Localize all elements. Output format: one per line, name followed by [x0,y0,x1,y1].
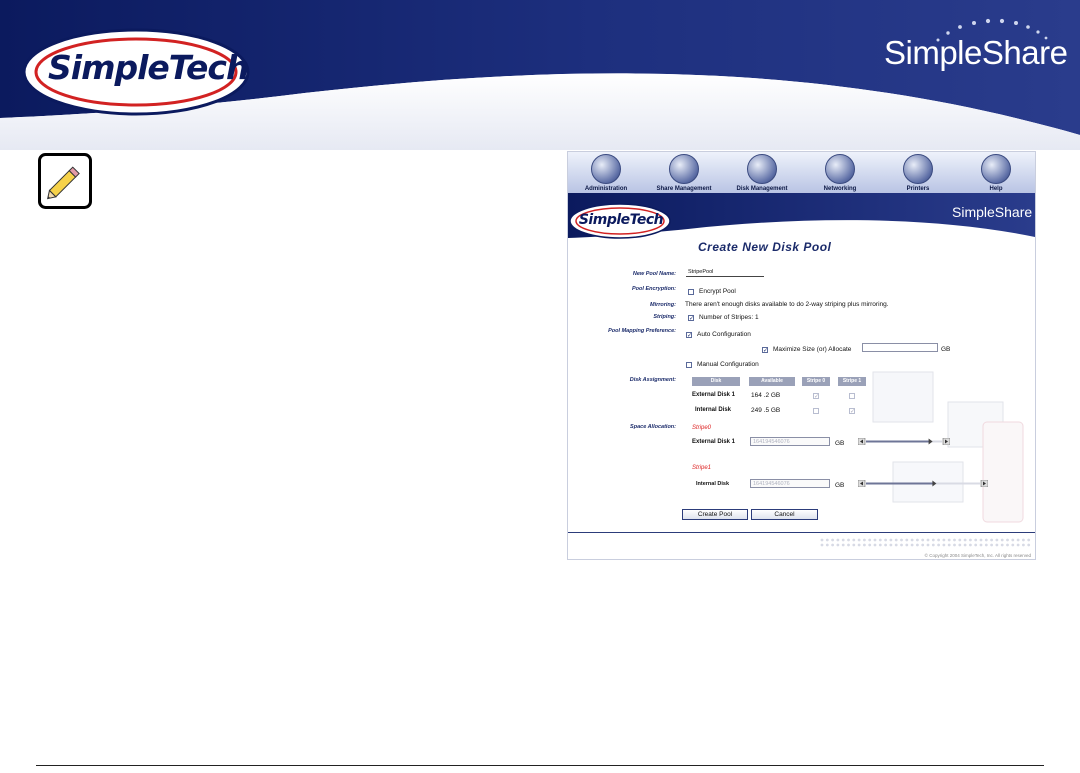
disk-row-1-stripe1-checkbox[interactable] [849,393,855,399]
copyright-text: © Copyright 2004 SimpleTech, Inc. All ri… [924,553,1031,558]
mirroring-label: Mirroring: [650,302,676,308]
auto-configuration-label: Auto Configuration [697,331,751,338]
screenshot-simpletech-logo: SimpleTech [578,212,664,228]
manual-configuration-checkbox[interactable] [686,362,692,368]
pool-name-input[interactable]: StripePool [686,268,764,277]
cancel-button[interactable]: Cancel [751,509,818,520]
stripe1-disk-name: Internal Disk [696,481,730,487]
stripe0-unit: GB [835,440,845,447]
auto-configuration-checkbox[interactable]: ✓ [686,332,692,339]
disk-row-2-stripe1-checkbox[interactable]: ✓ [849,408,855,415]
manual-configuration-label: Manual Configuration [697,361,759,368]
stripe1-column-header: Stripe 1 [838,377,866,386]
stripe0-size-input[interactable]: 164194546076 [750,437,830,446]
stripe0-disk-name: External Disk 1 [692,439,736,445]
page-title: Create New Disk Pool [698,240,832,254]
networking-icon [825,154,855,184]
screenshot-footer: © Copyright 2004 SimpleTech, Inc. All ri… [568,532,1035,559]
nav-administration[interactable]: Administration [571,152,641,192]
nas-device-illustration [872,371,1024,523]
disk-pool-screenshot: Administration Share Management Disk Man… [567,151,1036,560]
disk-row-2-stripe0-checkbox[interactable] [813,408,819,414]
administration-icon [591,154,621,184]
allocate-size-input[interactable] [862,343,938,352]
nav-help[interactable]: Help [961,152,1031,192]
stripe1-unit: GB [835,482,845,489]
disk-row-1-stripe0-checkbox[interactable]: ✓ [813,393,819,400]
disk-row-2-name: Internal Disk [695,407,732,413]
top-nav-bar: Administration Share Management Disk Man… [568,152,1035,193]
simpletech-logo: SimpleTech [48,48,249,87]
encrypt-pool-label: Encrypt Pool [699,288,736,295]
space-allocation-label: Space Allocation: [630,424,676,430]
disk-management-icon [747,154,777,184]
mapping-preference-label: Pool Mapping Preference: [608,328,676,334]
stripes-checkbox[interactable]: ✓ [688,315,694,322]
footer-dot-pattern [820,538,1031,547]
available-column-header: Available [749,377,795,386]
disk-assignment-label: Disk Assignment: [629,377,676,383]
disk-row-1-available: 164 .2 GB [751,392,781,399]
stripe1-size-slider[interactable] [858,480,988,487]
encrypt-pool-checkbox[interactable] [688,289,694,295]
maximize-size-label: Maximize Size (or) Allocate [773,346,852,353]
stripe1-label: Stripe1 [692,465,712,471]
stripe1-size-input[interactable]: 164194546076 [750,479,830,488]
help-icon [981,154,1011,184]
stripe0-size-slider[interactable] [858,438,950,445]
nav-disk-management[interactable]: Disk Management [727,152,797,192]
nav-printers[interactable]: Printers [883,152,953,192]
maximize-size-checkbox[interactable]: ✓ [762,347,768,354]
stripe0-label: Stripe0 [692,425,712,431]
create-pool-button[interactable]: Create Pool [682,509,748,520]
nav-share-management[interactable]: Share Management [649,152,719,192]
allocate-unit: GB [941,346,951,353]
bottom-rule [36,765,1044,766]
encryption-label: Pool Encryption: [632,286,676,292]
stripe0-column-header: Stripe 0 [802,377,830,386]
striping-label: Striping: [653,314,676,320]
share-management-icon [669,154,699,184]
mirroring-message: There aren't enough disks available to d… [685,301,889,308]
disk-row-2-available: 249 .5 GB [751,407,781,414]
printers-icon [903,154,933,184]
screenshot-simpleshare-logo: SimpleShare [952,204,1033,220]
disk-row-1-name: External Disk 1 [692,392,736,398]
pencil-note-icon [38,153,92,209]
number-of-stripes-label: Number of Stripes: 1 [699,314,759,321]
pool-name-label: New Pool Name: [632,271,676,277]
nav-networking[interactable]: Networking [805,152,875,192]
disk-column-header: Disk [692,377,740,386]
dot-arc-icon [936,18,1048,42]
